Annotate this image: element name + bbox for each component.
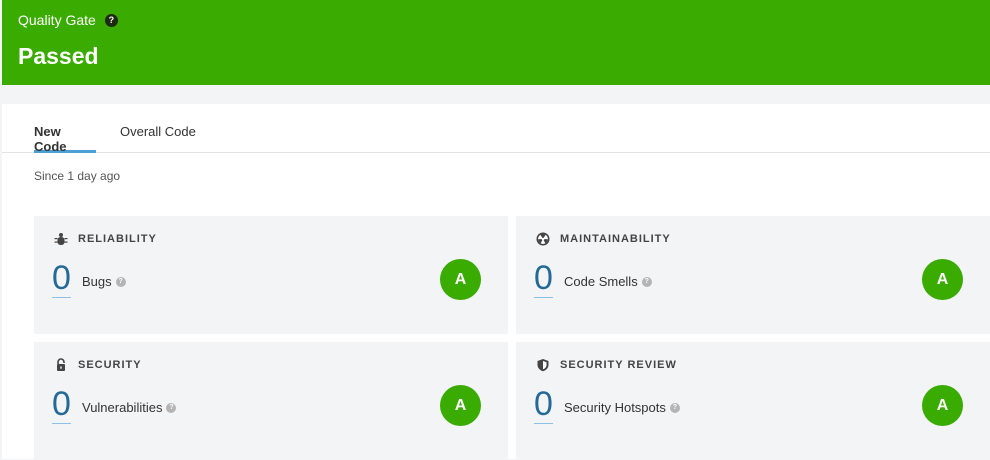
card-title: SECURITY REVIEW <box>536 358 677 372</box>
bug-icon <box>54 233 68 245</box>
reliability-card: RELIABILITY 0 Bugs ? A <box>34 216 508 334</box>
security-hotspots-count[interactable]: 0 <box>534 387 553 424</box>
bugs-count[interactable]: 0 <box>52 261 71 298</box>
tab-new-code[interactable]: New Code <box>34 124 96 154</box>
help-icon[interactable]: ? <box>166 402 177 413</box>
maintainability-rating[interactable]: A <box>922 259 963 300</box>
card-title-text: RELIABILITY <box>78 233 157 245</box>
metric-label: Code Smells ? <box>564 274 652 289</box>
quality-gate-banner: Quality Gate ? Passed <box>2 0 990 85</box>
card-title: RELIABILITY <box>54 232 157 246</box>
measures-panel: New Code Overall Code Since 1 day ago RE… <box>2 104 990 460</box>
help-icon[interactable]: ? <box>669 402 680 413</box>
maintainability-card: MAINTAINABILITY 0 Code Smells ? A <box>516 216 990 334</box>
quality-gate-label: Quality Gate ? <box>18 12 118 28</box>
quality-gate-status: Passed <box>18 43 99 69</box>
radiation-icon <box>536 232 550 246</box>
help-icon[interactable]: ? <box>104 13 118 27</box>
security-review-rating[interactable]: A <box>922 385 963 426</box>
card-title-text: SECURITY <box>78 359 142 371</box>
tab-overall-code[interactable]: Overall Code <box>120 124 196 153</box>
bugs-label: Bugs <box>82 274 112 289</box>
code-smells-count[interactable]: 0 <box>534 261 553 298</box>
help-icon[interactable]: ? <box>115 276 126 287</box>
card-title: MAINTAINABILITY <box>536 232 671 246</box>
vulnerabilities-label: Vulnerabilities <box>82 400 163 415</box>
quality-gate-title: Quality Gate <box>18 12 96 28</box>
lock-icon <box>57 358 65 371</box>
code-smells-label: Code Smells <box>564 274 638 289</box>
card-title: SECURITY <box>54 358 142 372</box>
metric-label: Vulnerabilities ? <box>82 400 177 415</box>
period-label: Since 1 day ago <box>34 169 121 183</box>
security-card: SECURITY 0 Vulnerabilities ? A <box>34 342 508 460</box>
metric-label: Bugs ? <box>82 274 126 289</box>
card-title-text: SECURITY REVIEW <box>560 359 677 371</box>
security-hotspots-label: Security Hotspots <box>564 400 666 415</box>
help-icon[interactable]: ? <box>641 276 652 287</box>
shield-icon <box>537 359 549 372</box>
security-rating[interactable]: A <box>440 385 481 426</box>
vulnerabilities-count[interactable]: 0 <box>52 387 71 424</box>
card-title-text: MAINTAINABILITY <box>560 233 671 245</box>
code-tabs: New Code Overall Code <box>2 104 990 154</box>
security-review-card: SECURITY REVIEW 0 Security Hotspots ? A <box>516 342 990 460</box>
metric-label: Security Hotspots ? <box>564 400 680 415</box>
reliability-rating[interactable]: A <box>440 259 481 300</box>
